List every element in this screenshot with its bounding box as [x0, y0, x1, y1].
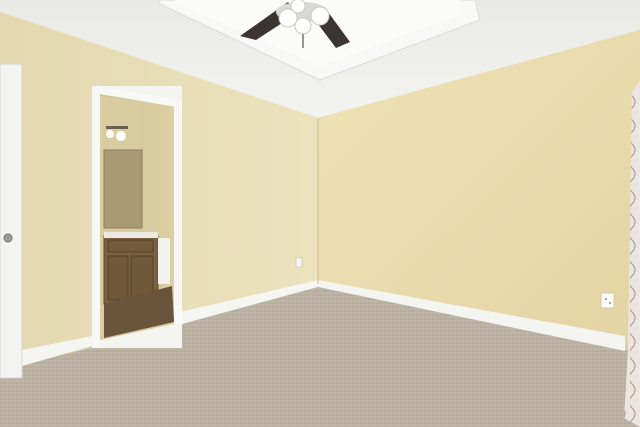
bedroom-door — [0, 63, 23, 379]
door-knob-icon — [3, 233, 13, 243]
bathroom-mirror — [103, 149, 143, 229]
outlet-icon — [600, 292, 615, 309]
bedroom-photo — [0, 0, 640, 427]
outlet-icon — [295, 257, 303, 268]
bedroom-scene — [0, 0, 640, 427]
bathroom-doorway — [92, 86, 182, 348]
